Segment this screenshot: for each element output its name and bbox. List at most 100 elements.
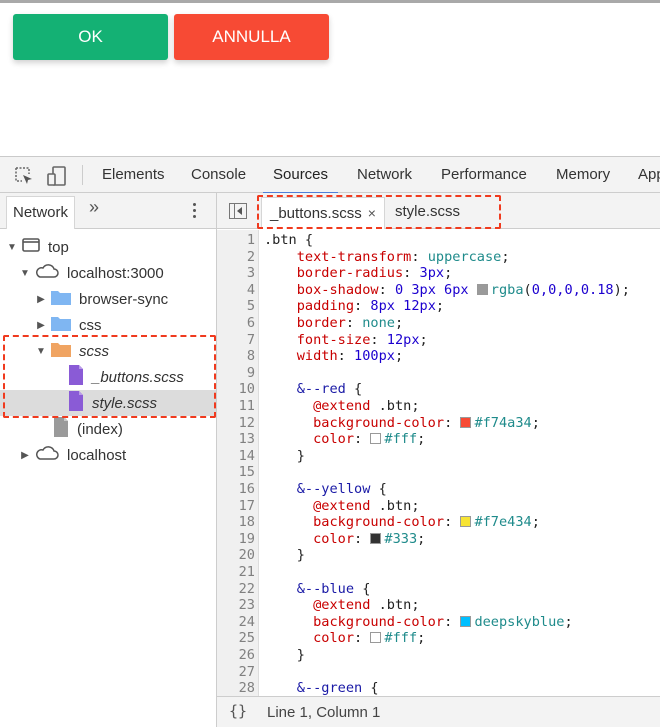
cursor-position: Line 1, Column 1 <box>267 704 381 721</box>
code-token: width <box>264 348 338 365</box>
code-token: .btn { <box>264 232 314 248</box>
line-number: 18 <box>238 514 255 531</box>
code-token: ( <box>523 281 532 298</box>
kebab-menu-icon[interactable] <box>188 201 202 221</box>
line-number: 15 <box>238 464 255 481</box>
expanded-arrow-icon[interactable]: ▼ <box>19 268 31 279</box>
expanded-arrow-icon[interactable]: ▼ <box>6 242 18 253</box>
line-content: &--red { <box>264 381 362 398</box>
tab-memory[interactable]: Memory <box>556 157 610 193</box>
expanded-arrow-icon[interactable]: ▼ <box>35 346 47 357</box>
tree-item-label: (index) <box>77 420 123 438</box>
code-line: 16 &--yellow { <box>217 481 660 498</box>
tab-application[interactable]: App <box>638 157 660 193</box>
color-swatch-icon[interactable] <box>460 516 472 528</box>
code-line: 20 } <box>217 547 660 564</box>
navigator-toolbar: Network » <box>0 193 216 229</box>
code-token: : <box>337 348 355 365</box>
code-line: 4 box-shadow: 0 3px 6px rgba(0,0,0,0.18)… <box>217 282 660 299</box>
line-number: 22 <box>238 580 255 597</box>
code-token: ; <box>435 298 445 315</box>
color-swatch-icon[interactable] <box>460 615 472 627</box>
code-line: 26 } <box>217 647 660 664</box>
line-content: text-transform: uppercase; <box>264 249 510 266</box>
tab-console[interactable]: Console <box>191 157 246 193</box>
toolbar-separator <box>82 165 83 185</box>
tree-item-label: top <box>48 238 69 256</box>
code-token: : <box>354 298 371 315</box>
tab-performance[interactable]: Performance <box>441 157 527 193</box>
tree-item-label: style.scss <box>92 394 158 412</box>
devtools-panel: Elements Console Sources Network Perform… <box>0 156 660 727</box>
code-line: 9 <box>217 365 660 382</box>
cloud-icon <box>35 264 59 282</box>
code-token: 0 3px 6px <box>394 281 477 298</box>
toggle-navigator-icon[interactable] <box>229 203 247 219</box>
tree-item-scss[interactable]: ▼ scss <box>0 338 216 364</box>
code-token: 3px <box>419 265 445 282</box>
code-token: ; <box>394 348 404 365</box>
cancel-button[interactable]: ANNULLA <box>174 14 329 60</box>
code-token: #fff <box>384 630 418 647</box>
code-token: #fff <box>384 431 418 448</box>
inspect-element-icon[interactable] <box>13 165 35 187</box>
tree-item-browser-sync[interactable]: ▶ browser-sync <box>0 286 216 312</box>
tab-sources[interactable]: Sources <box>262 157 339 194</box>
code-token: : <box>370 331 387 348</box>
devtools-toolbar: Elements Console Sources Network Perform… <box>0 157 660 194</box>
color-swatch-icon[interactable] <box>370 532 382 544</box>
code-token: ; <box>417 530 426 547</box>
code-line: 23 @extend .btn; <box>217 597 660 614</box>
code-token: 0,0,0,0.18 <box>531 281 614 298</box>
device-toolbar-icon[interactable] <box>46 165 68 187</box>
tree-item-style-scss[interactable]: style.scss <box>0 390 216 416</box>
line-content: color: #fff; <box>264 431 425 448</box>
code-line: 15 <box>217 464 660 481</box>
color-swatch-icon[interactable] <box>370 433 382 445</box>
tab-network[interactable]: Network <box>357 157 412 193</box>
pretty-print-icon[interactable]: {} <box>229 702 247 720</box>
color-swatch-icon[interactable] <box>476 283 488 295</box>
editor-tab-style-scss[interactable]: style.scss <box>387 197 468 229</box>
tree-item-index[interactable]: (index) <box>0 416 216 442</box>
line-number: 23 <box>238 597 255 614</box>
line-content: color: #fff; <box>264 630 425 647</box>
tree-item-label: css <box>79 316 102 334</box>
line-number: 13 <box>238 431 255 448</box>
tree-item-localhost-3000[interactable]: ▼ localhost:3000 <box>0 260 216 286</box>
line-number: 3 <box>246 265 255 282</box>
tab-elements[interactable]: Elements <box>102 157 165 193</box>
code-line: 24 background-color: deepskyblue; <box>217 614 660 631</box>
code-token: background-color <box>264 414 445 431</box>
frame-icon <box>22 238 40 256</box>
line-number: 24 <box>238 613 255 630</box>
code-token: color <box>264 530 355 547</box>
collapsed-arrow-icon[interactable]: ▶ <box>35 320 47 331</box>
code-token: .btn; <box>370 597 420 614</box>
tree-item-buttons-scss[interactable]: _buttons.scss <box>0 364 216 390</box>
code-token: #f74a34 <box>474 414 532 431</box>
code-line: 22 &--blue { <box>217 581 660 598</box>
tree-item-localhost[interactable]: ▶ localhost <box>0 442 216 468</box>
editor-tab-buttons-scss[interactable]: _buttons.scss × <box>261 197 385 229</box>
navigator-tab-network[interactable]: Network <box>6 196 76 229</box>
collapsed-arrow-icon[interactable]: ▶ <box>35 294 47 305</box>
more-tabs-icon[interactable]: » <box>89 197 99 218</box>
close-icon[interactable]: × <box>368 205 376 221</box>
editor-tab-bar: _buttons.scss × style.scss <box>217 193 660 229</box>
line-content: border: none; <box>264 315 403 332</box>
line-number: 8 <box>246 348 255 365</box>
ok-button[interactable]: OK <box>13 14 168 60</box>
code-token: background-color <box>264 613 445 630</box>
color-swatch-icon[interactable] <box>460 416 472 428</box>
code-token: } <box>264 647 305 663</box>
line-content: font-size: 12px; <box>264 332 428 349</box>
code-token: : <box>378 281 395 298</box>
tree-item-css[interactable]: ▶ css <box>0 312 216 338</box>
tree-item-top[interactable]: ▼ top <box>0 234 216 260</box>
color-swatch-icon[interactable] <box>370 632 382 644</box>
line-content: border-radius: 3px; <box>264 265 453 282</box>
code-area[interactable]: 1 .btn {2 text-transform: uppercase; 3 bor… <box>217 230 660 696</box>
collapsed-arrow-icon[interactable]: ▶ <box>19 450 31 461</box>
code-token: { <box>354 580 371 597</box>
